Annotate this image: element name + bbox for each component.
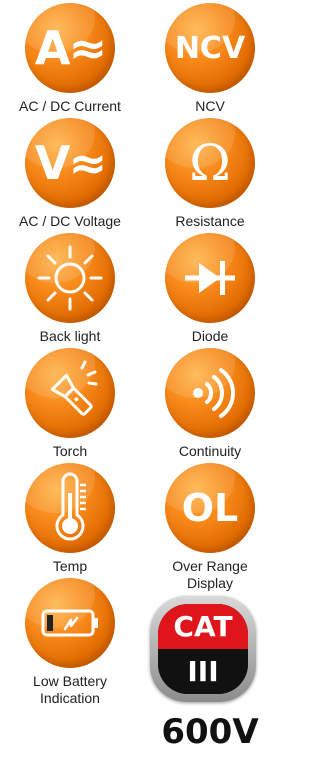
cat-badge-inner: CAT III xyxy=(158,604,248,694)
battery-icon-graphic xyxy=(41,609,98,637)
feature-torch: Torch xyxy=(0,348,140,460)
feature-label: Over Range Display xyxy=(140,558,280,592)
overload-icon: OL xyxy=(165,463,255,553)
feature-label: Continuity xyxy=(178,443,242,459)
thermometer-icon-graphic xyxy=(55,472,86,541)
flashlight-icon-graphic xyxy=(50,360,98,416)
feature-label-line1: Over Range xyxy=(172,558,248,574)
feature-label: Resistance xyxy=(175,213,245,229)
feature-label: AC / DC Voltage xyxy=(19,213,121,229)
feature-temp: Temp xyxy=(0,463,140,575)
battery-icon xyxy=(25,578,115,668)
feature-label: Diode xyxy=(191,328,229,344)
feature-ncv: NCV NCV xyxy=(140,3,280,115)
feature-continuity: Continuity xyxy=(140,348,280,460)
feature-back-light: Back light xyxy=(0,233,140,345)
cat-rating-badge: CAT III xyxy=(150,596,256,702)
feature-ac-dc-current: A≈ AC / DC Current xyxy=(0,3,140,115)
feature-label: Torch xyxy=(52,443,88,459)
cat-badge-bottom: III xyxy=(158,649,248,694)
sound-waves-icon xyxy=(165,348,255,438)
diode-icon xyxy=(165,233,255,323)
flashlight-icon xyxy=(25,348,115,438)
feature-low-battery: Low Battery Indication xyxy=(0,578,140,707)
feature-label: Low Battery Indication xyxy=(0,673,140,707)
voltage-rating: 600V xyxy=(161,712,259,752)
feature-label: Back light xyxy=(39,328,101,344)
feature-diode: Diode xyxy=(140,233,280,345)
ncv-icon: NCV xyxy=(165,3,255,93)
ac-dc-current-icon: A≈ xyxy=(25,3,115,93)
feature-label-line2: Indication xyxy=(40,690,100,706)
feature-label-line1: Low Battery xyxy=(33,673,107,689)
feature-resistance: Ω Resistance xyxy=(140,118,280,230)
feature-label: NCV xyxy=(195,98,225,114)
diode-icon-graphic xyxy=(185,261,235,295)
feature-ac-dc-voltage: V≈ AC / DC Voltage xyxy=(0,118,140,230)
feature-label: Temp xyxy=(52,558,88,574)
feature-label: AC / DC Current xyxy=(19,98,121,114)
cat-badge-top: CAT xyxy=(158,604,248,649)
ac-dc-voltage-icon: V≈ xyxy=(25,118,115,208)
sun-icon-graphic xyxy=(37,245,103,311)
thermometer-icon xyxy=(25,463,115,553)
sound-waves-icon-graphic xyxy=(193,368,235,418)
ohm-icon: Ω xyxy=(165,118,255,208)
feature-label-line2: Display xyxy=(187,575,233,591)
sun-icon xyxy=(25,233,115,323)
feature-over-range: OL Over Range Display xyxy=(140,463,280,592)
